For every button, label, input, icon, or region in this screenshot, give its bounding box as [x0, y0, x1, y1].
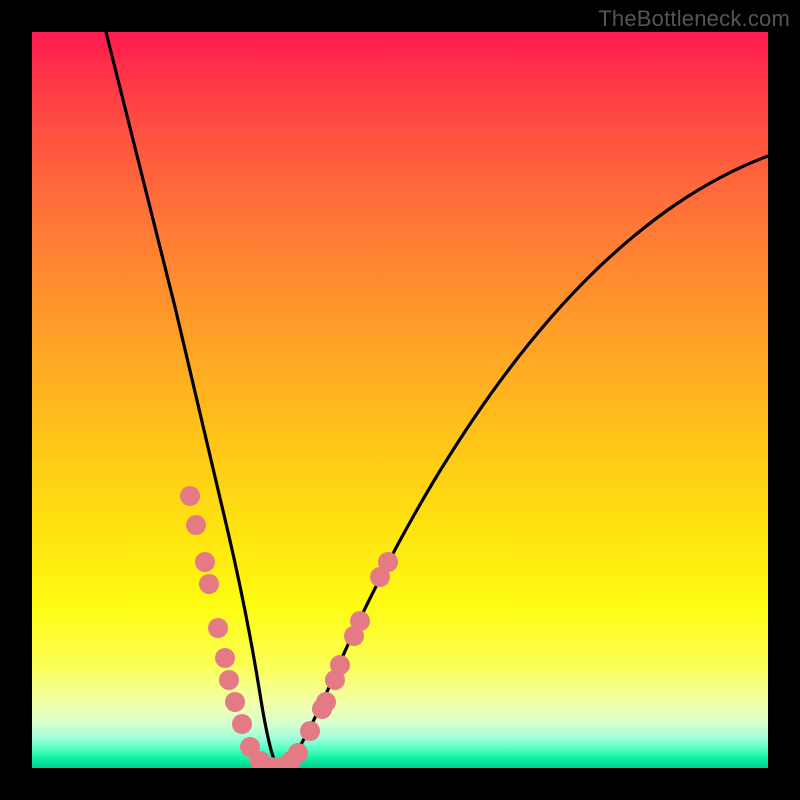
bottleneck-curve-svg: [32, 32, 768, 768]
bottleneck-curve-path: [106, 32, 768, 767]
data-point: [199, 574, 219, 594]
data-point: [378, 552, 398, 572]
data-point: [300, 721, 320, 741]
chart-frame: TheBottleneck.com: [0, 0, 800, 800]
data-point: [180, 486, 200, 506]
data-point: [330, 655, 350, 675]
data-point: [215, 648, 235, 668]
chart-plot-area: [32, 32, 768, 768]
data-point: [225, 692, 245, 712]
watermark-text: TheBottleneck.com: [598, 6, 790, 32]
data-point: [219, 670, 239, 690]
data-point: [288, 743, 308, 763]
data-point: [186, 515, 206, 535]
data-point: [232, 714, 252, 734]
data-point: [350, 611, 370, 631]
data-point: [195, 552, 215, 572]
data-point: [208, 618, 228, 638]
data-point: [316, 692, 336, 712]
